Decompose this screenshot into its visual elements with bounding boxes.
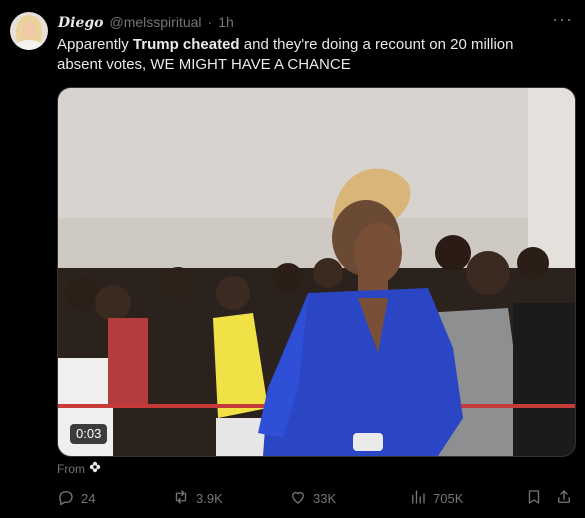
share-button[interactable] <box>555 486 573 510</box>
user-handle[interactable]: @melsspiritual <box>110 13 202 31</box>
avatar-face <box>22 22 36 39</box>
views-count: 705K <box>433 490 464 506</box>
bar-chart-icon <box>409 488 427 509</box>
reply-button[interactable]: 24 <box>57 486 95 510</box>
tweet-text: Apparently Trump cheated and they're doi… <box>57 35 557 75</box>
tweet-card[interactable]: Diego @melsspiritual · 1h ··· Apparently… <box>0 0 585 518</box>
reply-count: 24 <box>81 490 96 506</box>
like-count: 33K <box>313 490 337 506</box>
reply-bubble-icon <box>57 488 75 509</box>
views-button[interactable]: 705K <box>409 486 463 510</box>
bookmark-button[interactable] <box>525 486 543 510</box>
bookmark-icon <box>525 488 543 509</box>
repost-arrows-icon <box>172 488 190 509</box>
from-source[interactable]: From <box>57 461 101 476</box>
timestamp[interactable]: 1h <box>218 13 234 31</box>
video-frame <box>58 88 575 456</box>
like-button[interactable]: 33K <box>289 486 336 510</box>
tweet-header: Diego @melsspiritual · 1h <box>58 13 234 32</box>
more-dots-icon[interactable]: ··· <box>552 10 573 28</box>
tweet-actions: 24 3.9K 33K 705K <box>57 486 577 510</box>
avatar[interactable] <box>10 12 48 50</box>
share-upload-icon <box>555 488 573 509</box>
tweet-text-bold: Trump cheated <box>132 36 240 53</box>
video-duration: 0:03 <box>70 424 108 444</box>
repost-button[interactable]: 3.9K <box>172 486 223 510</box>
avatar-shirt <box>14 40 44 50</box>
repost-count: 3.9K <box>196 490 223 506</box>
tweet-text-before: Apparently <box>57 36 133 53</box>
flower-icon <box>89 461 101 476</box>
display-name[interactable]: Diego <box>58 14 104 32</box>
video-player[interactable]: 0:03 <box>57 87 576 457</box>
separator-dot: · <box>207 14 213 30</box>
heart-icon <box>289 488 307 509</box>
from-label: From <box>57 461 85 476</box>
